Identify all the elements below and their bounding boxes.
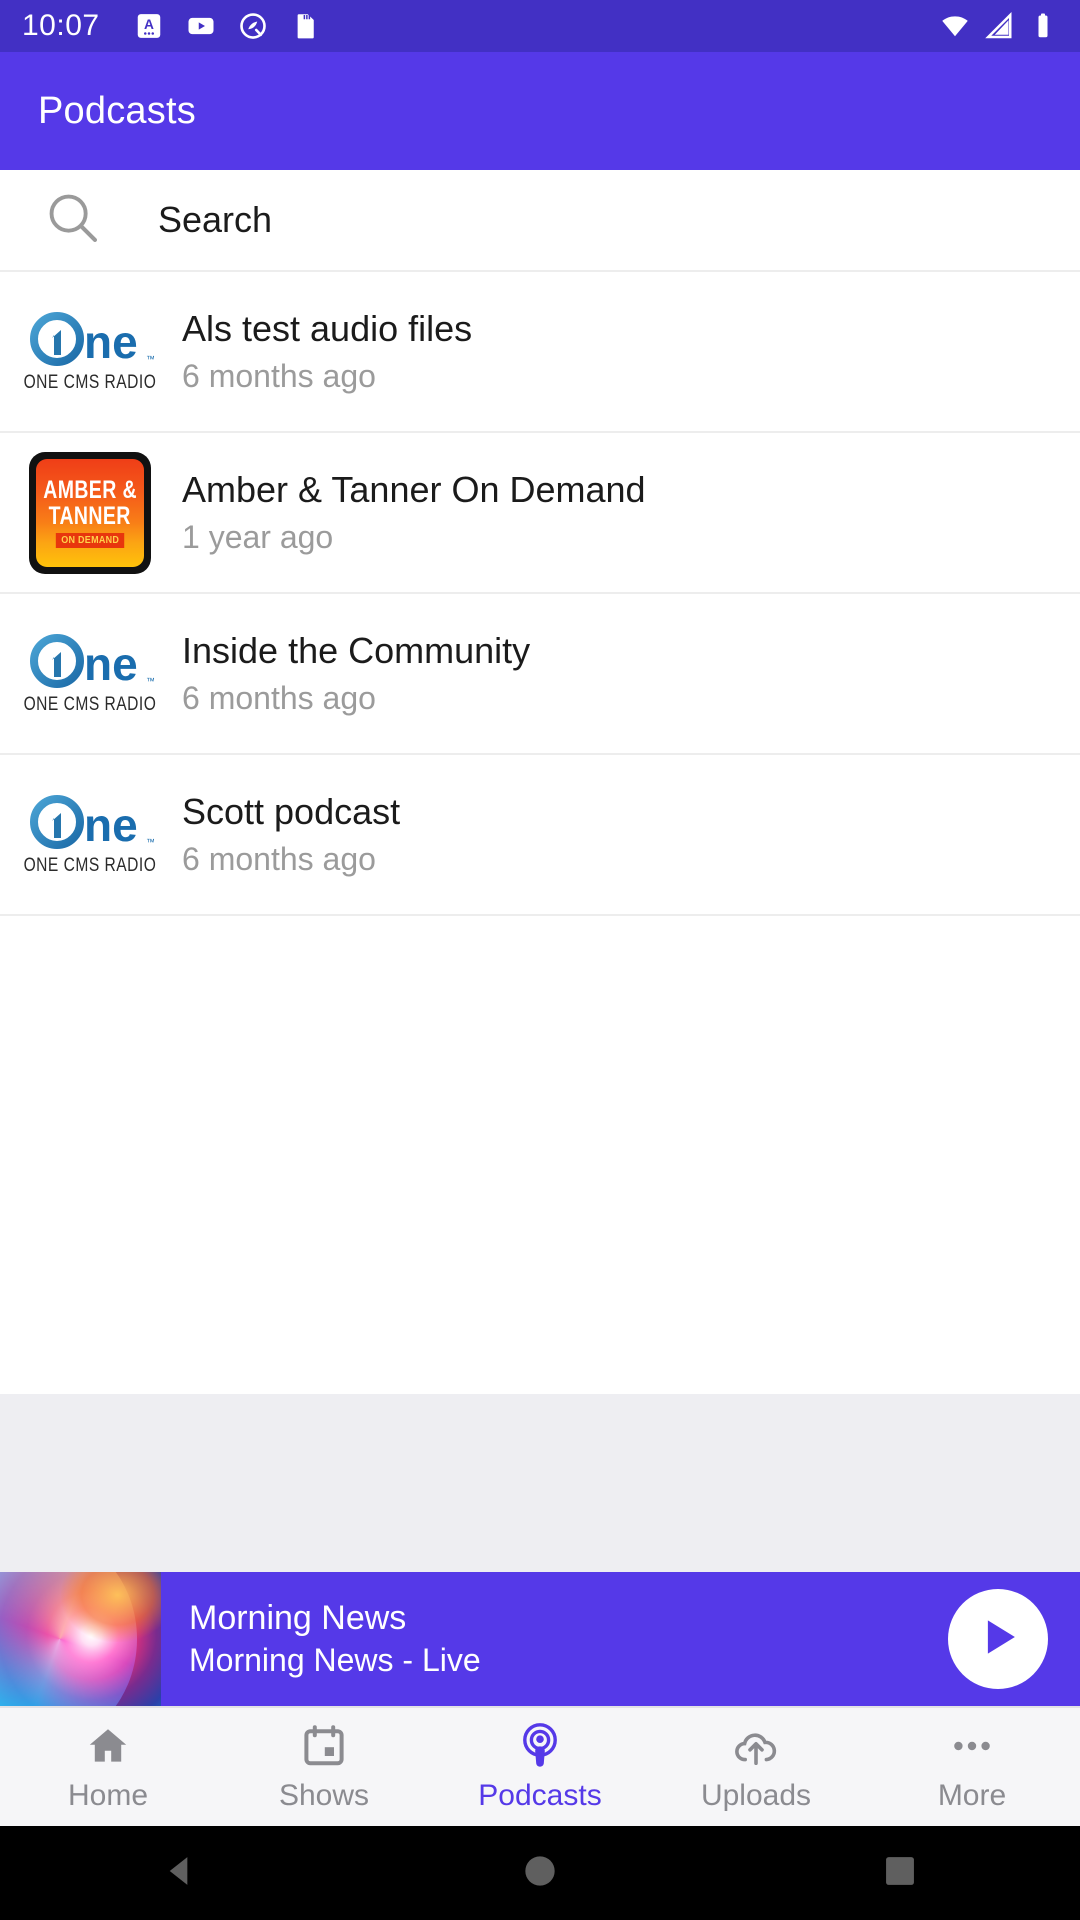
artwork-caption: ONE CMS RADIO [23, 854, 157, 876]
podcast-icon [516, 1722, 564, 1770]
q-circle-icon [238, 11, 268, 41]
podcast-artwork: ne ™ ONE CMS RADIO [0, 271, 180, 432]
cloud-upload-icon [732, 1722, 780, 1770]
search-input[interactable]: Search [158, 199, 272, 241]
status-notification-icons: A [134, 11, 320, 41]
more-dots-icon [948, 1722, 996, 1770]
amber-tanner-artwork: AMBER & TANNER ON DEMAND [29, 451, 151, 574]
artwork-caption: ONE CMS RADIO [23, 371, 157, 393]
svg-text:ne: ne [84, 799, 138, 851]
home-circle-icon[interactable] [518, 1849, 562, 1898]
nav-item-uploads[interactable]: Uploads [648, 1722, 864, 1813]
svg-text:™: ™ [146, 837, 154, 847]
main-content: Search ne ™ ONE CMS RADIO Als test audio… [0, 170, 1080, 1394]
list-item-title: Scott podcast [182, 791, 401, 833]
one-cms-radio-logo: ne ™ ONE CMS RADIO [9, 310, 171, 394]
list-item[interactable]: ne ™ ONE CMS RADIO Inside the Community … [0, 594, 1080, 755]
status-bar: 10:07 A [0, 0, 1080, 52]
one-logo-mark: ne ™ [26, 793, 154, 851]
play-button[interactable] [948, 1589, 1048, 1689]
app-screen: 10:07 A Podcasts Search ne ™ ONE CMS RAD… [0, 0, 1080, 1920]
cellular-signal-icon [984, 11, 1014, 41]
play-icon [971, 1610, 1025, 1669]
sd-card-icon [290, 11, 320, 41]
now-playing-meta: Morning News Morning News - Live [161, 1599, 948, 1679]
recents-square-icon[interactable] [878, 1849, 922, 1898]
podcast-artwork: AMBER & TANNER ON DEMAND [0, 432, 180, 593]
svg-text:ne: ne [84, 316, 138, 368]
podcast-artwork: ne ™ ONE CMS RADIO [0, 754, 180, 915]
battery-icon [1028, 11, 1058, 41]
nav-item-home[interactable]: Home [0, 1722, 216, 1813]
a-badge-icon: A [134, 11, 164, 41]
list-item[interactable]: ne ™ ONE CMS RADIO Als test audio files … [0, 272, 1080, 433]
list-item[interactable]: ne ™ ONE CMS RADIO Scott podcast 6 month… [0, 755, 1080, 916]
list-item-title: Inside the Community [182, 630, 531, 672]
nav-item-podcasts[interactable]: Podcasts [432, 1722, 648, 1813]
svg-text:™: ™ [146, 354, 154, 364]
now-playing-subtitle: Morning News - Live [189, 1641, 481, 1678]
one-cms-radio-logo: ne ™ ONE CMS RADIO [9, 632, 171, 716]
search-bar[interactable]: Search [0, 170, 1080, 272]
list-item-subtitle: 6 months ago [182, 840, 376, 877]
back-icon[interactable] [158, 1849, 202, 1898]
svg-text:™: ™ [146, 676, 154, 686]
svg-text:ne: ne [84, 638, 138, 690]
now-playing-artwork [0, 1572, 161, 1706]
artwork-caption: ONE CMS RADIO [23, 693, 157, 715]
now-playing-bar[interactable]: Morning News Morning News - Live [0, 1572, 1080, 1706]
list-item-text: Inside the Community 6 months ago [180, 630, 531, 716]
list-item-subtitle: 1 year ago [182, 518, 334, 555]
nav-label-uploads: Uploads [700, 1778, 812, 1812]
one-logo-mark: ne ™ [26, 310, 154, 368]
nav-label-home: Home [67, 1778, 149, 1812]
youtube-icon [186, 11, 216, 41]
list-item[interactable]: AMBER & TANNER ON DEMAND Amber & Tanner … [0, 433, 1080, 594]
search-icon [42, 187, 104, 254]
status-clock: 10:07 [22, 9, 100, 42]
one-cms-radio-logo: ne ™ ONE CMS RADIO [9, 793, 171, 877]
list-item-subtitle: 6 months ago [182, 679, 376, 716]
nav-item-more[interactable]: More [864, 1722, 1080, 1813]
artwork-badge: ON DEMAND [55, 532, 125, 548]
page-title: Podcasts [38, 89, 196, 132]
bottom-navigation: Home Shows Podcasts Uploads More [0, 1706, 1080, 1826]
now-playing-title: Morning News [189, 1598, 407, 1637]
one-logo-mark: ne ™ [26, 632, 154, 690]
nav-label-shows: Shows [278, 1778, 370, 1812]
calendar-icon [300, 1722, 348, 1770]
wifi-icon [940, 11, 970, 41]
podcast-artwork: ne ™ ONE CMS RADIO [0, 593, 180, 754]
status-system-icons [940, 11, 1058, 41]
list-item-title: Als test audio files [182, 308, 473, 350]
list-item-text: Als test audio files 6 months ago [180, 308, 473, 394]
nav-label-podcasts: Podcasts [478, 1778, 602, 1812]
list-item-text: Scott podcast 6 months ago [180, 791, 401, 877]
svg-text:A: A [144, 17, 154, 32]
content-spacer [0, 1394, 1080, 1572]
artwork-line-1: AMBER & [43, 475, 137, 504]
nav-label-more: More [937, 1778, 1007, 1812]
home-icon [84, 1722, 132, 1770]
artwork-line-2: TANNER [48, 501, 132, 530]
list-item-text: Amber & Tanner On Demand 1 year ago [180, 469, 646, 555]
nav-item-shows[interactable]: Shows [216, 1722, 432, 1813]
amber-tanner-artwork-inner: AMBER & TANNER ON DEMAND [36, 458, 144, 567]
system-navigation-bar [0, 1826, 1080, 1920]
list-item-title: Amber & Tanner On Demand [182, 469, 646, 511]
app-bar: Podcasts [0, 52, 1080, 170]
list-item-subtitle: 6 months ago [182, 357, 376, 394]
